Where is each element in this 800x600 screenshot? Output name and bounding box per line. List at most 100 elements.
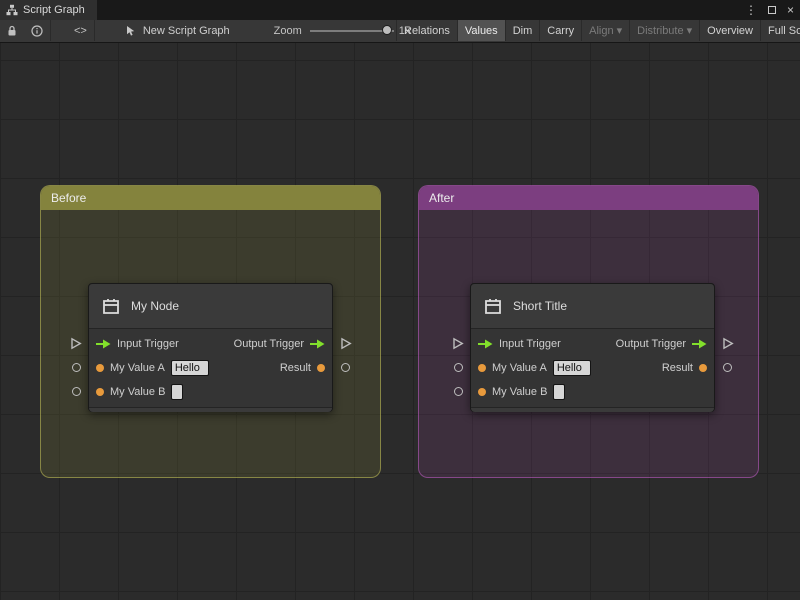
carry-button[interactable]: Carry — [539, 20, 581, 41]
value-a-field[interactable] — [552, 360, 591, 376]
port-label: My Value A — [492, 362, 547, 374]
value-port-icon — [96, 388, 104, 396]
values-button[interactable]: Values — [456, 20, 505, 41]
group-title: Before — [51, 191, 87, 205]
result-output-port[interactable]: Result — [280, 362, 325, 374]
toolbar-separator — [93, 20, 95, 41]
chevron-down-icon: ▾ — [686, 25, 693, 37]
node-footer — [89, 407, 332, 412]
port-label: Result — [279, 362, 311, 374]
graph-name: New Script Graph — [125, 25, 230, 37]
port-label: My Value B — [110, 386, 166, 398]
value-input-a-port[interactable]: My Value A — [96, 360, 209, 376]
node-ports: Input Trigger Output Trigger My Value A … — [471, 329, 714, 407]
inspector-button[interactable] — [24, 20, 50, 41]
value-port-icon — [478, 388, 486, 396]
fullscreen-label: Full Screen — [767, 24, 800, 37]
distribute-button: Distribute ▾ — [629, 20, 699, 41]
port-label: Result — [661, 362, 693, 374]
dim-label: Dim — [512, 24, 533, 37]
dim-button[interactable]: Dim — [504, 20, 540, 41]
group-before-header[interactable]: Before — [41, 186, 380, 210]
info-icon — [31, 24, 43, 37]
node-short-title[interactable]: Short Title Input Trigger Output Trigger — [470, 283, 715, 412]
port-row: My Value A Result — [471, 356, 714, 380]
value-b-field[interactable] — [171, 384, 184, 400]
external-value-out-port[interactable] — [723, 363, 732, 372]
input-trigger-port[interactable]: Input Trigger — [96, 338, 179, 350]
external-value-in-port[interactable] — [72, 387, 81, 396]
trigger-arrow-icon — [478, 339, 493, 349]
output-trigger-port[interactable]: Output Trigger — [234, 338, 325, 350]
external-value-out-port[interactable] — [341, 363, 350, 372]
port-label: Output Trigger — [615, 338, 686, 350]
node-ports: Input Trigger Output Trigger My Value A … — [89, 329, 332, 407]
node-title: Short Title — [513, 299, 568, 313]
value-input-b-port[interactable]: My Value B — [478, 384, 566, 400]
node-my-node[interactable]: My Node Input Trigger Output Trigger My … — [88, 283, 333, 412]
external-trigger-out-port[interactable] — [340, 337, 352, 350]
toolbar: <> New Script Graph Zoom 1x Relations Va… — [0, 20, 800, 43]
external-value-in-port[interactable] — [72, 363, 81, 372]
value-input-a-port[interactable]: My Value A — [478, 360, 591, 376]
zoom-label: Zoom — [273, 24, 302, 37]
external-trigger-out-port[interactable] — [722, 337, 734, 350]
external-value-in-port[interactable] — [454, 363, 463, 372]
port-row: Input Trigger Output Trigger — [471, 332, 714, 356]
node-title: My Node — [131, 299, 180, 313]
relations-label: Relations — [404, 24, 450, 37]
trigger-arrow-icon — [310, 339, 325, 349]
trigger-arrow-icon — [692, 339, 707, 349]
external-trigger-in-port[interactable] — [452, 337, 464, 350]
output-trigger-port[interactable]: Output Trigger — [616, 338, 707, 350]
toolbar-left: <> New Script Graph Zoom 1x — [0, 20, 410, 41]
input-trigger-port[interactable]: Input Trigger — [478, 338, 561, 350]
value-b-field[interactable] — [553, 384, 566, 400]
zoom-slider[interactable] — [309, 20, 394, 42]
value-port-icon — [317, 364, 325, 372]
script-graph-window: Script Graph ⋮ × <> New Script Graph Zoo… — [0, 0, 800, 600]
align-button: Align ▾ — [581, 20, 629, 41]
toolbar-separator — [50, 20, 51, 41]
graph-canvas[interactable]: Before After My Node Input Trigger Outpu… — [0, 43, 800, 600]
toolbar-buttons: Relations Values Dim Carry Align ▾ Distri… — [396, 20, 800, 41]
node-header[interactable]: Short Title — [471, 284, 714, 329]
window-controls: ⋮ × — [745, 0, 794, 20]
code-icon: <> — [74, 24, 87, 37]
lock-button[interactable] — [0, 20, 24, 41]
menu-icon[interactable]: ⋮ — [745, 3, 757, 17]
carry-label: Carry — [547, 24, 575, 37]
port-label: Input Trigger — [117, 338, 179, 350]
code-view-button[interactable]: <> — [67, 20, 94, 41]
close-icon[interactable]: × — [787, 3, 794, 17]
group-title: After — [429, 191, 455, 205]
lock-icon — [8, 25, 16, 35]
script-graph-asset-icon — [126, 25, 135, 36]
graph-name-label: New Script Graph — [142, 24, 230, 37]
port-label: Input Trigger — [499, 338, 561, 350]
maximize-icon[interactable] — [767, 6, 776, 14]
port-row: My Value A Result — [89, 356, 332, 380]
overview-button[interactable]: Overview — [699, 20, 760, 41]
trigger-arrow-icon — [96, 339, 111, 349]
external-trigger-in-port[interactable] — [70, 337, 82, 350]
tab-script-graph[interactable]: Script Graph — [0, 0, 97, 20]
group-after-header[interactable]: After — [419, 186, 758, 210]
tab-bar: Script Graph ⋮ × — [0, 0, 800, 20]
tab-title: Script Graph — [23, 4, 85, 16]
node-header[interactable]: My Node — [89, 284, 332, 329]
external-value-in-port[interactable] — [454, 387, 463, 396]
unit-icon — [103, 299, 119, 314]
zoom-slider-handle[interactable] — [381, 25, 392, 35]
chevron-down-icon: ▾ — [616, 25, 623, 37]
value-a-field[interactable] — [170, 360, 209, 376]
port-row: My Value B — [89, 380, 332, 404]
value-port-icon — [96, 364, 104, 372]
port-label: Output Trigger — [233, 338, 304, 350]
align-label: Align — [589, 24, 614, 37]
graph-icon — [6, 4, 18, 16]
fullscreen-button[interactable]: Full Screen — [759, 20, 800, 41]
relations-button[interactable]: Relations — [396, 20, 457, 41]
value-input-b-port[interactable]: My Value B — [96, 384, 184, 400]
result-output-port[interactable]: Result — [662, 362, 707, 374]
